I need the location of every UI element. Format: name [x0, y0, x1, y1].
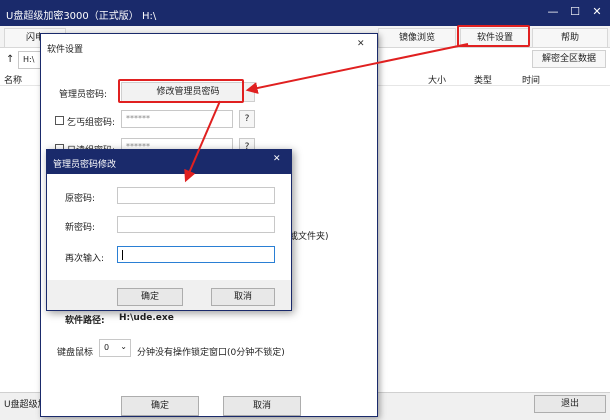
- annotation-arrows: [184, 43, 469, 183]
- arrow-settings-to-modify: [245, 43, 469, 94]
- arrow-modify-to-dialog: [184, 100, 221, 183]
